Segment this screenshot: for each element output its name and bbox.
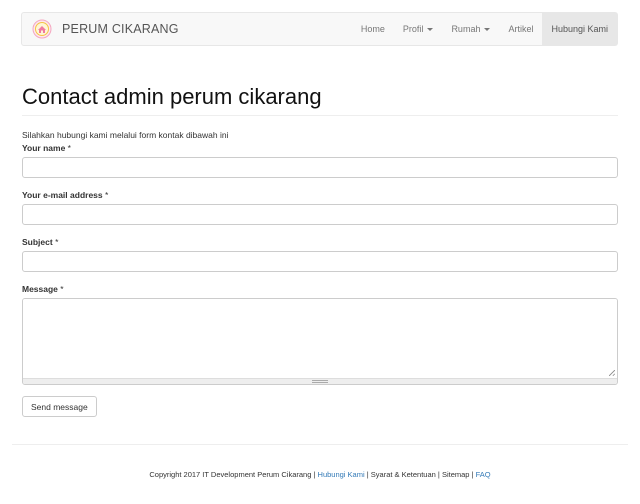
nav-item-rumah[interactable]: Rumah: [442, 13, 499, 45]
required-marker: *: [60, 284, 64, 294]
message-label: Message *: [22, 284, 64, 294]
nav-item-hubungi-kami[interactable]: Hubungi Kami: [542, 13, 617, 45]
required-marker: *: [105, 190, 109, 200]
top-navbar: PERUM CIKARANG Home Profil Rumah Artikel…: [21, 12, 618, 46]
subject-label-text: Subject: [22, 237, 53, 247]
name-input[interactable]: [22, 157, 618, 178]
nav-item-rumah-label: Rumah: [451, 24, 481, 34]
caret-down-icon: [427, 27, 434, 31]
footer-sitemap: Sitemap: [441, 470, 470, 479]
footer-separator: |: [471, 470, 474, 479]
nav-item-artikel[interactable]: Artikel: [499, 13, 542, 45]
title-divider: [22, 115, 618, 116]
intro-text: Silahkan hubungi kami melalui form konta…: [22, 130, 229, 140]
nav-item-hubungi-kami-label: Hubungi Kami: [551, 24, 608, 34]
email-label: Your e-mail address *: [22, 190, 108, 200]
nav-item-home-label: Home: [360, 24, 385, 34]
send-message-button[interactable]: Send message: [22, 396, 97, 417]
nav-item-profil[interactable]: Profil: [394, 13, 443, 45]
subject-input[interactable]: [22, 251, 618, 272]
name-label: Your name *: [22, 143, 71, 153]
page-title: Contact admin perum cikarang: [22, 84, 322, 109]
footer-separator: |: [313, 470, 316, 479]
resize-corner-icon[interactable]: [609, 370, 615, 376]
house-logo-icon: [32, 19, 52, 39]
footer-link-faq[interactable]: FAQ: [476, 470, 491, 479]
nav-item-artikel-label: Artikel: [508, 24, 534, 34]
footer-copyright: Copyright 2017 IT Development Perum Cika…: [149, 470, 312, 479]
brand-name: PERUM CIKARANG: [62, 22, 179, 36]
email-input[interactable]: [22, 204, 618, 225]
brand-link[interactable]: PERUM CIKARANG: [22, 13, 179, 45]
subject-label: Subject *: [22, 237, 58, 247]
message-label-text: Message: [22, 284, 58, 294]
footer-separator: |: [366, 470, 369, 479]
footer-separator: |: [437, 470, 440, 479]
textarea-resize-grip[interactable]: [23, 378, 617, 384]
message-field-wrapper: [22, 298, 618, 385]
footer-divider: [12, 444, 628, 445]
required-marker: *: [67, 143, 71, 153]
footer: Copyright 2017 IT Development Perum Cika…: [0, 470, 640, 479]
grip-handle-icon: [312, 380, 328, 383]
caret-down-icon: [484, 27, 491, 31]
main-nav: Home Profil Rumah Artikel Hubungi Kami: [352, 13, 617, 45]
name-label-text: Your name: [22, 143, 66, 153]
email-label-text: Your e-mail address: [22, 190, 103, 200]
nav-item-profil-label: Profil: [402, 24, 424, 34]
nav-item-home[interactable]: Home: [352, 13, 394, 45]
required-marker: *: [55, 237, 59, 247]
footer-terms: Syarat & Ketentuan: [370, 470, 436, 479]
footer-link-hubungi-kami[interactable]: Hubungi Kami: [318, 470, 365, 479]
message-textarea[interactable]: [23, 299, 617, 379]
